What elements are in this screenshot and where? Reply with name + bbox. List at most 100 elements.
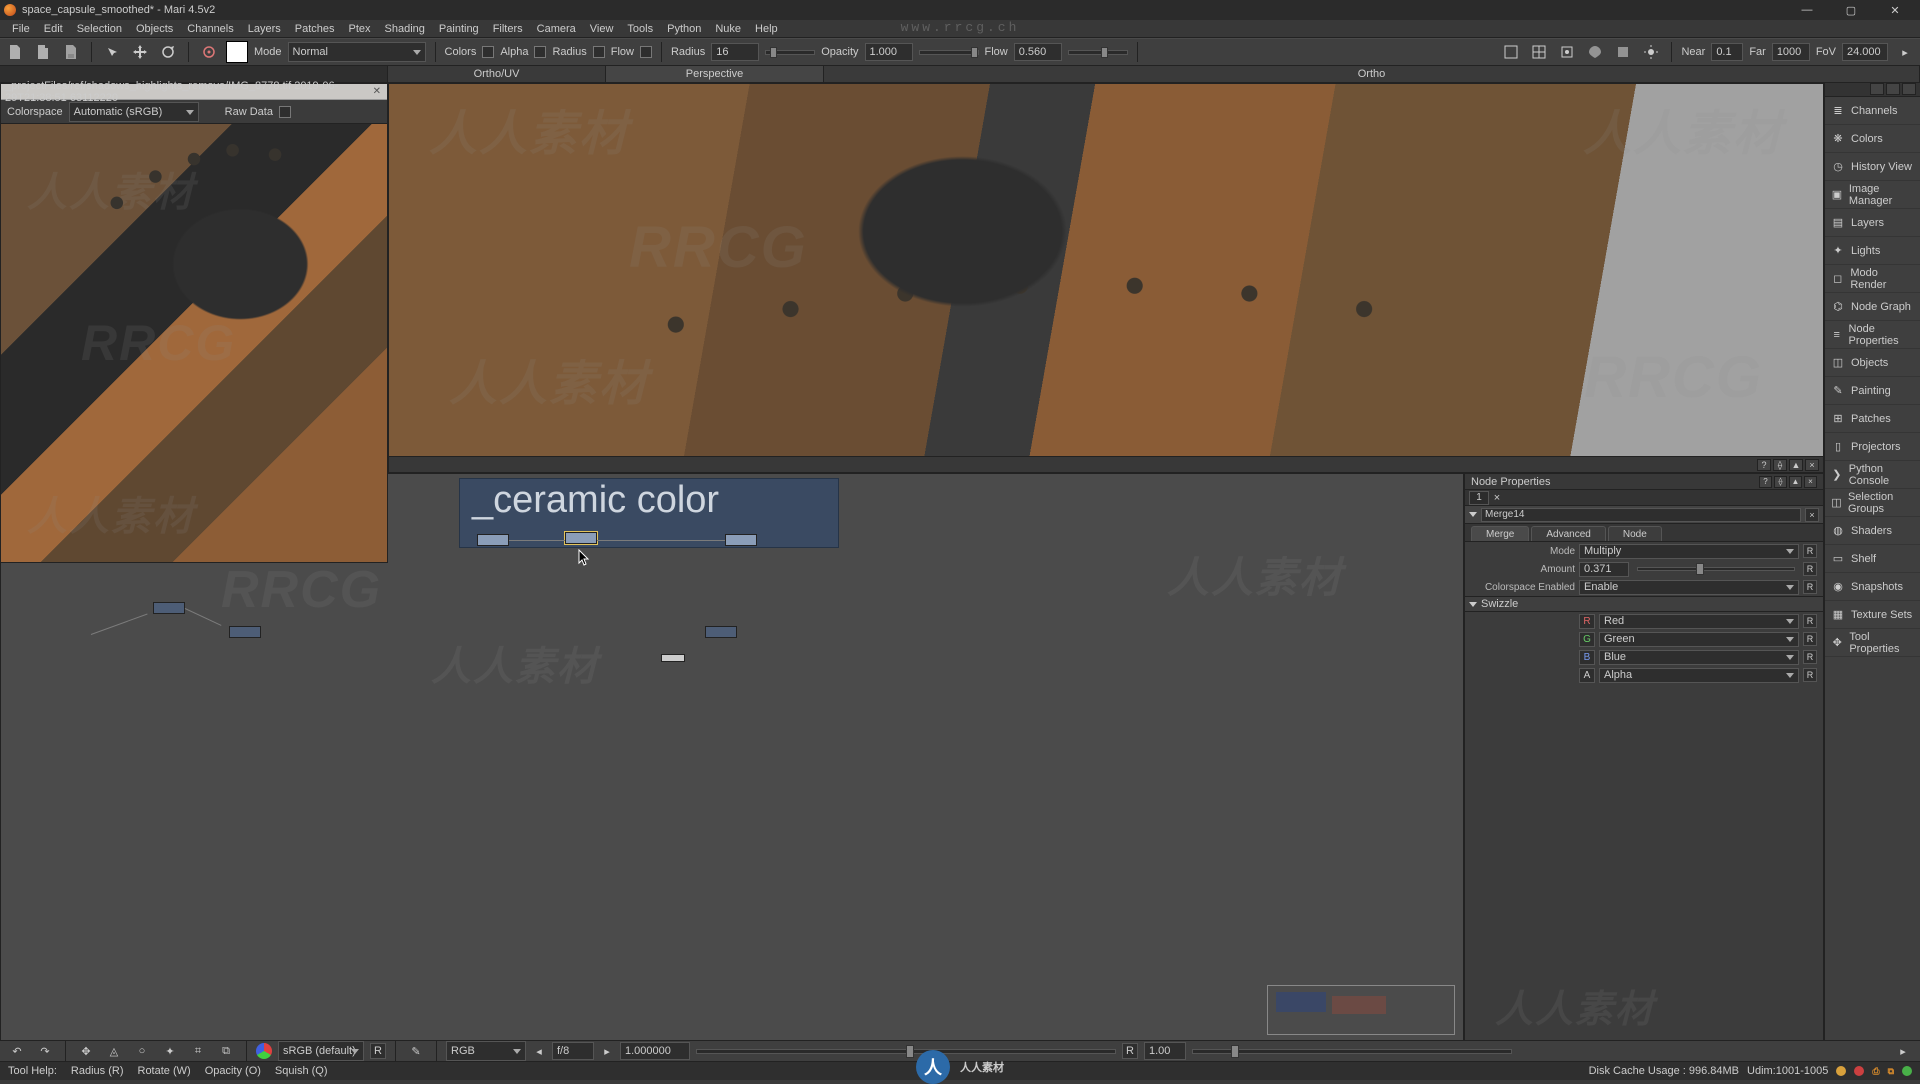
alpha-checkbox[interactable] [534, 46, 546, 58]
near-input[interactable]: 0.1 [1711, 43, 1743, 61]
np-hdr-4[interactable]: × [1804, 476, 1817, 488]
sidebar-item-lights[interactable]: ✦Lights [1825, 237, 1920, 265]
save-file-icon[interactable] [60, 41, 82, 63]
np-tab-count[interactable]: 1 [1469, 491, 1489, 505]
view-icon-5[interactable] [1612, 41, 1634, 63]
sidebar-item-channels[interactable]: ≣Channels [1825, 97, 1920, 125]
node-b1[interactable] [477, 534, 509, 546]
backdrop-ceramic-color[interactable]: _ceramic color [459, 478, 839, 548]
view-icon-1[interactable] [1500, 41, 1522, 63]
graph-navigator[interactable] [1267, 985, 1455, 1035]
vptab-ortho[interactable]: Ortho [824, 66, 1920, 82]
sidebar-item-history-view[interactable]: ◷History View [1825, 153, 1920, 181]
rgb-dropdown[interactable]: RGB [446, 1041, 526, 1061]
collapse-icon[interactable] [1469, 512, 1477, 517]
exposure-slider[interactable] [696, 1049, 1116, 1054]
node-b2-selected[interactable] [565, 532, 597, 544]
node-b3[interactable] [725, 534, 757, 546]
menu-tools[interactable]: Tools [621, 23, 659, 35]
sidebar-item-patches[interactable]: ⊞Patches [1825, 405, 1920, 433]
current-color-swatch[interactable] [226, 41, 248, 63]
sidebar-item-layers[interactable]: ▤Layers [1825, 209, 1920, 237]
rotate-icon[interactable] [157, 41, 179, 63]
sidebar-item-node-properties[interactable]: ≡Node Properties [1825, 321, 1920, 349]
rgb-circle-icon[interactable] [256, 1043, 272, 1059]
fov-input[interactable]: 24.000 [1842, 43, 1888, 61]
sidebar-top-3[interactable] [1902, 83, 1916, 95]
srgb-reset[interactable]: R [370, 1043, 386, 1059]
node-close-icon[interactable]: × [1805, 508, 1819, 522]
view-icon-4[interactable] [1584, 41, 1606, 63]
node-c2[interactable] [229, 626, 261, 638]
cspace-reset-button[interactable]: R [1803, 580, 1817, 594]
close-button[interactable]: ✕ [1874, 1, 1916, 19]
node-name-input[interactable] [1481, 508, 1801, 522]
bt-icon-3[interactable]: ○ [131, 1040, 153, 1062]
vptab-orthouv[interactable]: Ortho/UV [388, 66, 606, 82]
swz-b-reset[interactable]: R [1803, 650, 1817, 664]
prev-fstop-icon[interactable]: ◂ [532, 1040, 546, 1062]
node-c4[interactable] [661, 654, 685, 662]
radius-checkbox[interactable] [593, 46, 605, 58]
colorspace-dropdown[interactable]: Automatic (sRGB) [69, 102, 199, 122]
sidebar-item-colors[interactable]: ❋Colors [1825, 125, 1920, 153]
rawdata-checkbox[interactable] [279, 106, 291, 118]
mode-dropdown[interactable]: Normal [288, 42, 426, 62]
view-icon-2[interactable] [1528, 41, 1550, 63]
bt-icon-5[interactable]: ⌗ [187, 1040, 209, 1062]
mode-prop-dropdown[interactable]: Multiply [1579, 544, 1799, 559]
vp-btn-2[interactable]: ⟠ [1773, 459, 1787, 471]
sidebar-item-modo-render[interactable]: ◻Modo Render [1825, 265, 1920, 293]
far-input[interactable]: 1000 [1772, 43, 1810, 61]
gamma-slider[interactable] [1192, 1049, 1512, 1054]
amount-slider[interactable] [1637, 567, 1795, 571]
sidebar-item-shelf[interactable]: ▭Shelf [1825, 545, 1920, 573]
srgb-dropdown[interactable]: sRGB (default) [278, 1041, 364, 1061]
pick-icon[interactable] [101, 41, 123, 63]
sidebar-item-image-manager[interactable]: ▣Image Manager [1825, 181, 1920, 209]
next-fstop-icon[interactable]: ▸ [600, 1040, 614, 1062]
opacity-slider[interactable] [919, 50, 979, 55]
menu-layers[interactable]: Layers [242, 23, 287, 35]
sidebar-item-selection-groups[interactable]: ◫Selection Groups [1825, 489, 1920, 517]
bt-icon-7[interactable]: ✎ [405, 1040, 427, 1062]
sidebar-item-shaders[interactable]: ◍Shaders [1825, 517, 1920, 545]
vp-btn-3[interactable]: ▲ [1789, 459, 1803, 471]
sidebar-item-snapshots[interactable]: ◉Snapshots [1825, 573, 1920, 601]
swz-a-reset[interactable]: R [1803, 668, 1817, 682]
tab-advanced[interactable]: Advanced [1531, 526, 1605, 541]
sidebar-item-python-console[interactable]: ❯Python Console [1825, 461, 1920, 489]
node-c3[interactable] [705, 626, 737, 638]
redo-icon[interactable]: ↷ [34, 1040, 56, 1062]
swz-r-dropdown[interactable]: Red [1599, 614, 1799, 629]
menu-selection[interactable]: Selection [71, 23, 128, 35]
radius-slider[interactable] [765, 50, 815, 55]
image-preview[interactable]: 人人素材 RRCG 人人素材 [1, 124, 387, 562]
fstop-input[interactable]: f/8 [552, 1042, 594, 1060]
flow-input[interactable]: 0.560 [1014, 43, 1062, 61]
swz-r-reset[interactable]: R [1803, 614, 1817, 628]
gamma-input[interactable]: 1.00 [1144, 1042, 1186, 1060]
menu-file[interactable]: File [6, 23, 36, 35]
sidebar-top-1[interactable] [1870, 83, 1884, 95]
tab-merge[interactable]: Merge [1471, 526, 1529, 541]
menu-channels[interactable]: Channels [181, 23, 239, 35]
np-hdr-1[interactable]: ? [1759, 476, 1772, 488]
menu-help[interactable]: Help [749, 23, 784, 35]
sidebar-item-tool-properties[interactable]: ✥Tool Properties [1825, 629, 1920, 657]
swz-g-dropdown[interactable]: Green [1599, 632, 1799, 647]
menu-objects[interactable]: Objects [130, 23, 179, 35]
opacity-input[interactable]: 1.000 [865, 43, 913, 61]
menu-camera[interactable]: Camera [531, 23, 582, 35]
bt-icon-2[interactable]: ◬ [103, 1040, 125, 1062]
image-file-tab[interactable]: _projectFiles/ref/shadows_highlights_rem… [1, 84, 387, 100]
exposure-reset[interactable]: R [1122, 1043, 1138, 1059]
viewport-3d[interactable]: 人人素材 RRCG 人人素材 人人素材 RRCG ? ⟠ ▲ × [388, 83, 1824, 473]
menu-ptex[interactable]: Ptex [343, 23, 377, 35]
exposure-input[interactable]: 1.000000 [620, 1042, 690, 1060]
np-hdr-3[interactable]: ▲ [1789, 476, 1802, 488]
tab-node[interactable]: Node [1608, 526, 1662, 541]
menu-filters[interactable]: Filters [487, 23, 529, 35]
vp-btn-4[interactable]: × [1805, 459, 1819, 471]
open-file-icon[interactable] [32, 41, 54, 63]
